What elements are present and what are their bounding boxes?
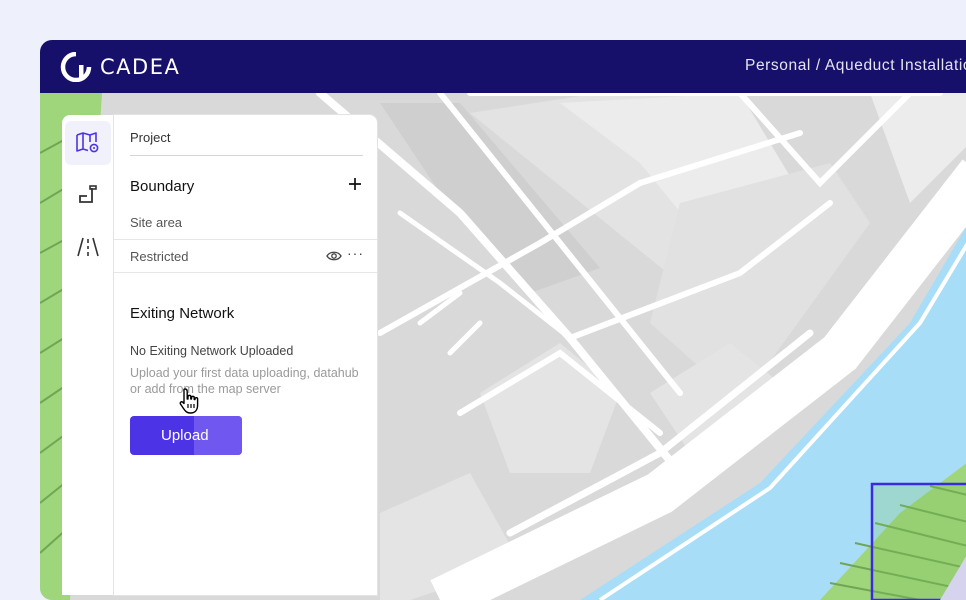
list-item-restricted[interactable]: Restricted ··· — [114, 239, 377, 273]
app-window: CADEA Personal / Aqueduct Installation P… — [40, 40, 966, 600]
project-label[interactable]: Project — [130, 130, 170, 145]
rail-item-map[interactable] — [65, 121, 111, 165]
breadcrumb[interactable]: Personal / Aqueduct Installation — [745, 57, 966, 75]
more-options-icon[interactable]: ··· — [347, 245, 364, 261]
tool-rail — [62, 115, 115, 595]
add-boundary-button[interactable] — [346, 175, 364, 193]
road-icon — [77, 237, 99, 257]
pipe-icon — [79, 185, 97, 203]
map-pin-icon — [76, 132, 99, 153]
site-area-label[interactable]: Site area — [130, 215, 182, 230]
cadea-logo-icon — [60, 51, 92, 82]
empty-state-description: Upload your first data uploading, datahu… — [130, 366, 359, 396]
layers-panel: Project Boundary Site area Restricted ··… — [114, 115, 377, 595]
empty-state-title: No Exiting Network Uploaded — [130, 344, 294, 358]
boundary-title: Boundary — [130, 178, 195, 195]
eye-icon[interactable] — [326, 249, 342, 263]
brand-logo[interactable]: CADEA — [60, 51, 181, 82]
rail-item-pipe[interactable] — [65, 173, 111, 217]
divider — [130, 155, 363, 156]
brand-name: CADEA — [100, 54, 181, 79]
upload-button[interactable]: Upload — [130, 416, 242, 455]
hand-cursor-icon — [179, 388, 199, 414]
top-bar: CADEA Personal / Aqueduct Installation — [40, 40, 966, 93]
restricted-label: Restricted — [130, 249, 189, 264]
exiting-network-title: Exiting Network — [130, 305, 235, 322]
rail-item-road[interactable] — [65, 225, 111, 269]
upload-button-label: Upload — [161, 427, 209, 444]
